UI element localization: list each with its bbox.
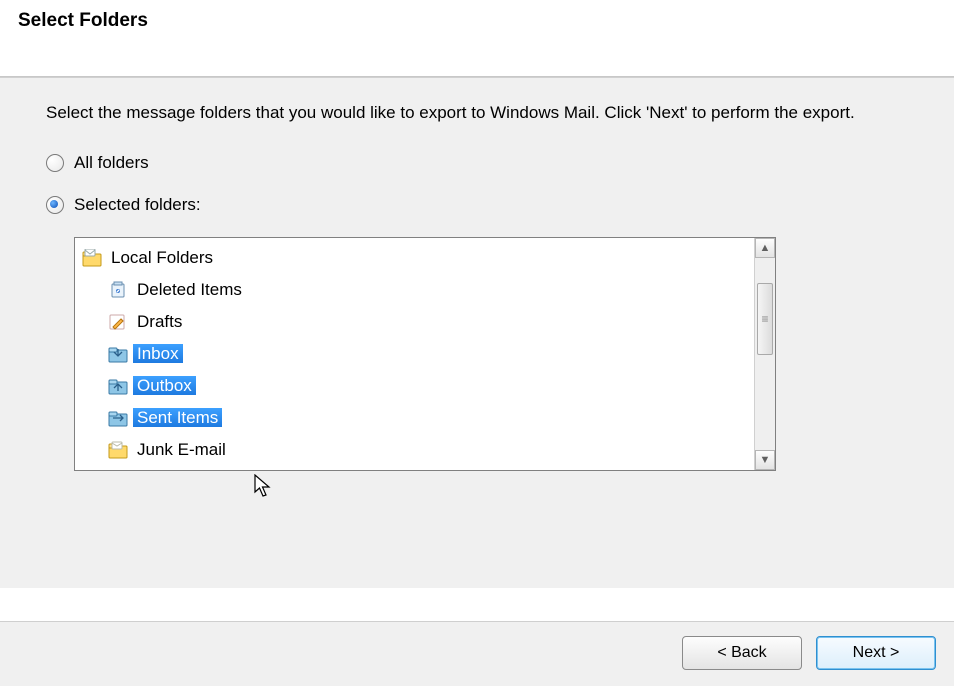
radio-all-folders[interactable]: All folders bbox=[46, 153, 908, 173]
wizard-footer: < Back Next > bbox=[0, 621, 954, 686]
radio-icon bbox=[46, 154, 64, 172]
export-wizard-window: Select Folders Select the message folder… bbox=[0, 0, 954, 686]
local-folders-icon bbox=[81, 248, 103, 268]
tree-node-drafts[interactable]: Drafts bbox=[75, 306, 775, 338]
tree-label: Local Folders bbox=[107, 248, 217, 267]
instruction-text: Select the message folders that you woul… bbox=[46, 102, 866, 125]
junk-icon bbox=[107, 440, 129, 460]
tree-label: Drafts bbox=[133, 312, 186, 331]
inbox-icon bbox=[107, 344, 129, 364]
radio-icon bbox=[46, 196, 64, 214]
scroll-thumb[interactable] bbox=[757, 283, 773, 355]
page-title: Select Folders bbox=[18, 10, 936, 32]
scroll-down-button[interactable]: ▼ bbox=[755, 450, 775, 470]
back-button[interactable]: < Back bbox=[682, 636, 802, 670]
tree-node-sent-items[interactable]: Sent Items bbox=[75, 402, 775, 434]
outbox-icon bbox=[107, 376, 129, 396]
wizard-body: Select the message folders that you woul… bbox=[0, 78, 954, 588]
tree-label: Junk E-mail bbox=[133, 440, 230, 459]
scroll-up-button[interactable]: ▲ bbox=[755, 238, 775, 258]
radio-selected-folders[interactable]: Selected folders: bbox=[46, 195, 908, 215]
tree-node-junk-email[interactable]: Junk E-mail bbox=[75, 434, 775, 466]
tree-label: Sent Items bbox=[133, 408, 222, 427]
tree-node-deleted-items[interactable]: Deleted Items bbox=[75, 274, 775, 306]
tree-label: Inbox bbox=[133, 344, 183, 363]
trash-icon bbox=[107, 280, 129, 300]
radio-label: All folders bbox=[74, 153, 149, 173]
button-label: < Back bbox=[717, 644, 766, 662]
folder-tree[interactable]: Local Folders Deleted Items Drafts bbox=[74, 237, 776, 471]
tree-label: Outbox bbox=[133, 376, 196, 395]
tree-node-local-folders[interactable]: Local Folders bbox=[75, 242, 775, 274]
sent-icon bbox=[107, 408, 129, 428]
tree-label: Deleted Items bbox=[133, 280, 246, 299]
drafts-icon bbox=[107, 312, 129, 332]
button-label: Next > bbox=[853, 644, 900, 662]
wizard-header: Select Folders bbox=[0, 0, 954, 76]
tree-scrollbar[interactable]: ▲ ▼ bbox=[754, 238, 775, 470]
tree-node-outbox[interactable]: Outbox bbox=[75, 370, 775, 402]
tree-node-inbox[interactable]: Inbox bbox=[75, 338, 775, 370]
next-button[interactable]: Next > bbox=[816, 636, 936, 670]
radio-label: Selected folders: bbox=[74, 195, 201, 215]
